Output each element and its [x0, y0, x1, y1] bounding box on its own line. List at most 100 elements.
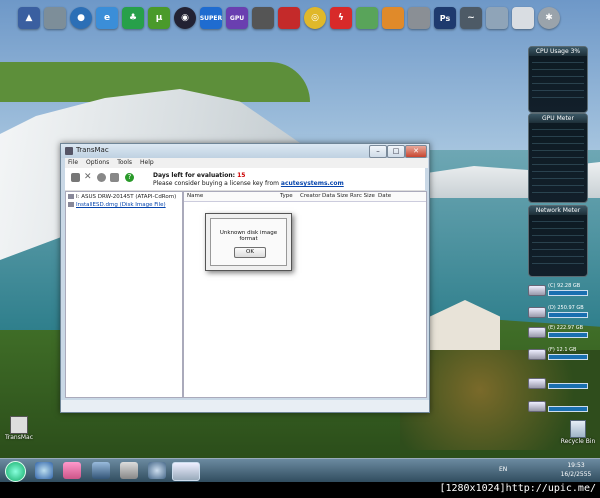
- calendar-taskbar-icon[interactable]: [120, 462, 138, 479]
- transmac-icon-label: TransMac: [4, 434, 33, 441]
- dialog-message: Unknown disk image format: [219, 230, 278, 242]
- internet-explorer-icon[interactable]: e: [96, 7, 118, 29]
- drive-usage-bar: [548, 383, 588, 389]
- gadget-line: [532, 180, 584, 186]
- maximize-button[interactable]: □: [387, 145, 405, 158]
- transmac-taskbar-button[interactable]: [172, 462, 200, 481]
- flash-icon[interactable]: ϟ: [330, 7, 352, 29]
- device-tree[interactable]: I: ASUS DRW-20145T (ATAPI-CdRom) Install…: [65, 191, 183, 398]
- license-notice: Please consider buying a license key fro…: [153, 180, 344, 187]
- language-indicator[interactable]: EN: [499, 466, 507, 473]
- gadget-line: [532, 237, 584, 243]
- column-headers: Name Type Creator Data Size Rsrc Size Da…: [184, 192, 426, 202]
- drive-removable-1[interactable]: [528, 376, 588, 390]
- drive-e[interactable]: (E) 222.97 GB: [528, 325, 588, 339]
- media-player-taskbar-icon[interactable]: [63, 462, 81, 479]
- gear-icon[interactable]: ✱: [538, 7, 560, 29]
- column-creator[interactable]: Creator: [300, 193, 321, 199]
- delete-icon[interactable]: ✕: [84, 173, 93, 182]
- drive-f[interactable]: (F) 12.1 GB: [528, 347, 588, 361]
- column-rsrc-size[interactable]: Rsrc Size: [350, 193, 375, 199]
- super-icon[interactable]: SUPER: [200, 7, 222, 29]
- column-name[interactable]: Name: [187, 193, 203, 199]
- red-app-icon[interactable]: [278, 7, 300, 29]
- license-link[interactable]: acutesystems.com: [281, 180, 344, 187]
- tree-item-label: I: ASUS DRW-20145T (ATAPI-CdRom): [76, 194, 177, 200]
- menu-options[interactable]: Options: [86, 158, 109, 168]
- error-dialog[interactable]: Unknown disk image format OK: [205, 213, 292, 271]
- tree-item-cdrom[interactable]: I: ASUS DRW-20145T (ATAPI-CdRom): [68, 194, 176, 200]
- new-folder-icon[interactable]: [110, 173, 119, 182]
- cable-icon[interactable]: ~: [460, 7, 482, 29]
- utorrent-icon[interactable]: μ: [148, 7, 170, 29]
- tree-item-label: InstallESD.dmg (Disk Image File): [76, 202, 166, 208]
- drive-icon[interactable]: [44, 7, 66, 29]
- cpu-usage-gadget[interactable]: CPU Usage 3%: [528, 46, 588, 113]
- gadget-line: [532, 124, 584, 130]
- menu-tools[interactable]: Tools: [117, 158, 132, 168]
- gadget-line: [532, 145, 584, 151]
- open-folder-icon[interactable]: [71, 173, 80, 182]
- gadget-line: [532, 216, 584, 222]
- eye-app-icon[interactable]: ◉: [174, 7, 196, 29]
- window-title: TransMac: [76, 146, 109, 154]
- gadget-line: [532, 230, 584, 236]
- minimize-button[interactable]: –: [369, 145, 387, 158]
- transmac-app-icon: [65, 147, 73, 155]
- chart-app-icon[interactable]: [512, 7, 534, 29]
- evaluation-notice: Days left for evaluation: 15: [153, 172, 245, 179]
- photoshop-icon[interactable]: Ps: [434, 7, 456, 29]
- gadget-line: [532, 71, 584, 77]
- toolbar: ✕ ? Days left for evaluation: 15 Please …: [65, 168, 425, 191]
- browser-globe-icon[interactable]: ●: [70, 7, 92, 29]
- clock-time[interactable]: 19:53: [559, 462, 593, 469]
- drive-usage-bar: [548, 290, 588, 296]
- column-data-size[interactable]: Data Size: [322, 193, 348, 199]
- media-device-icon[interactable]: [252, 7, 274, 29]
- drive-removable-2[interactable]: [528, 399, 588, 413]
- gpu-app-icon[interactable]: GPU: [226, 7, 248, 29]
- title-bar[interactable]: TransMac – □ ✕: [61, 144, 429, 158]
- drive-d[interactable]: (D) 250.97 GB: [528, 305, 588, 319]
- drive-icon: [528, 401, 546, 412]
- drive-icon: [528, 307, 546, 318]
- close-button[interactable]: ✕: [405, 145, 427, 158]
- picture-icon[interactable]: [356, 7, 378, 29]
- menu-file[interactable]: File: [68, 158, 78, 168]
- info-icon[interactable]: [97, 173, 106, 182]
- network-meter-gadget[interactable]: Network Meter: [528, 205, 588, 277]
- messenger-icon[interactable]: ♣: [122, 7, 144, 29]
- cpu-percent: 3%: [570, 48, 581, 55]
- disk-image-icon: [68, 202, 74, 207]
- drive-usage-bar: [548, 354, 588, 360]
- column-date[interactable]: Date: [378, 193, 391, 199]
- gadget-line: [532, 131, 584, 137]
- drive-label: (F) 12.1 GB: [548, 347, 577, 353]
- tree-item-dmg[interactable]: InstallESD.dmg (Disk Image File): [68, 202, 166, 208]
- clock-date[interactable]: 16/2/2555: [559, 471, 593, 478]
- orange-app-icon[interactable]: [382, 7, 404, 29]
- computer-taskbar-icon[interactable]: [92, 462, 110, 479]
- drive-icon: [528, 378, 546, 389]
- transmac-window[interactable]: TransMac – □ ✕ File Options Tools Help ✕…: [60, 143, 430, 413]
- browser-taskbar-icon[interactable]: [148, 462, 166, 479]
- start-button[interactable]: [5, 461, 26, 482]
- menu-help[interactable]: Help: [140, 158, 154, 168]
- ok-button[interactable]: OK: [234, 247, 266, 258]
- recycle-bin-shortcut[interactable]: Recycle Bin: [560, 420, 596, 445]
- tray-icons[interactable]: [514, 465, 554, 475]
- itunes-taskbar-icon[interactable]: [35, 462, 53, 479]
- gpu-meter-gadget[interactable]: GPU Meter: [528, 113, 588, 203]
- help-icon[interactable]: ?: [125, 173, 134, 182]
- gadget-line: [532, 166, 584, 172]
- disc-icon[interactable]: ◎: [304, 7, 326, 29]
- gadget-line: [532, 64, 584, 70]
- harddisk-icon[interactable]: [408, 7, 430, 29]
- computer-icon[interactable]: ▲: [18, 7, 40, 29]
- cpu-title-text: CPU Usage: [535, 48, 569, 55]
- column-type[interactable]: Type: [280, 193, 293, 199]
- drive-icon: [528, 349, 546, 360]
- drive-c[interactable]: (C) 92.28 GB: [528, 283, 588, 297]
- transmac-desktop-shortcut[interactable]: TransMac: [4, 416, 34, 441]
- box-icon[interactable]: [486, 7, 508, 29]
